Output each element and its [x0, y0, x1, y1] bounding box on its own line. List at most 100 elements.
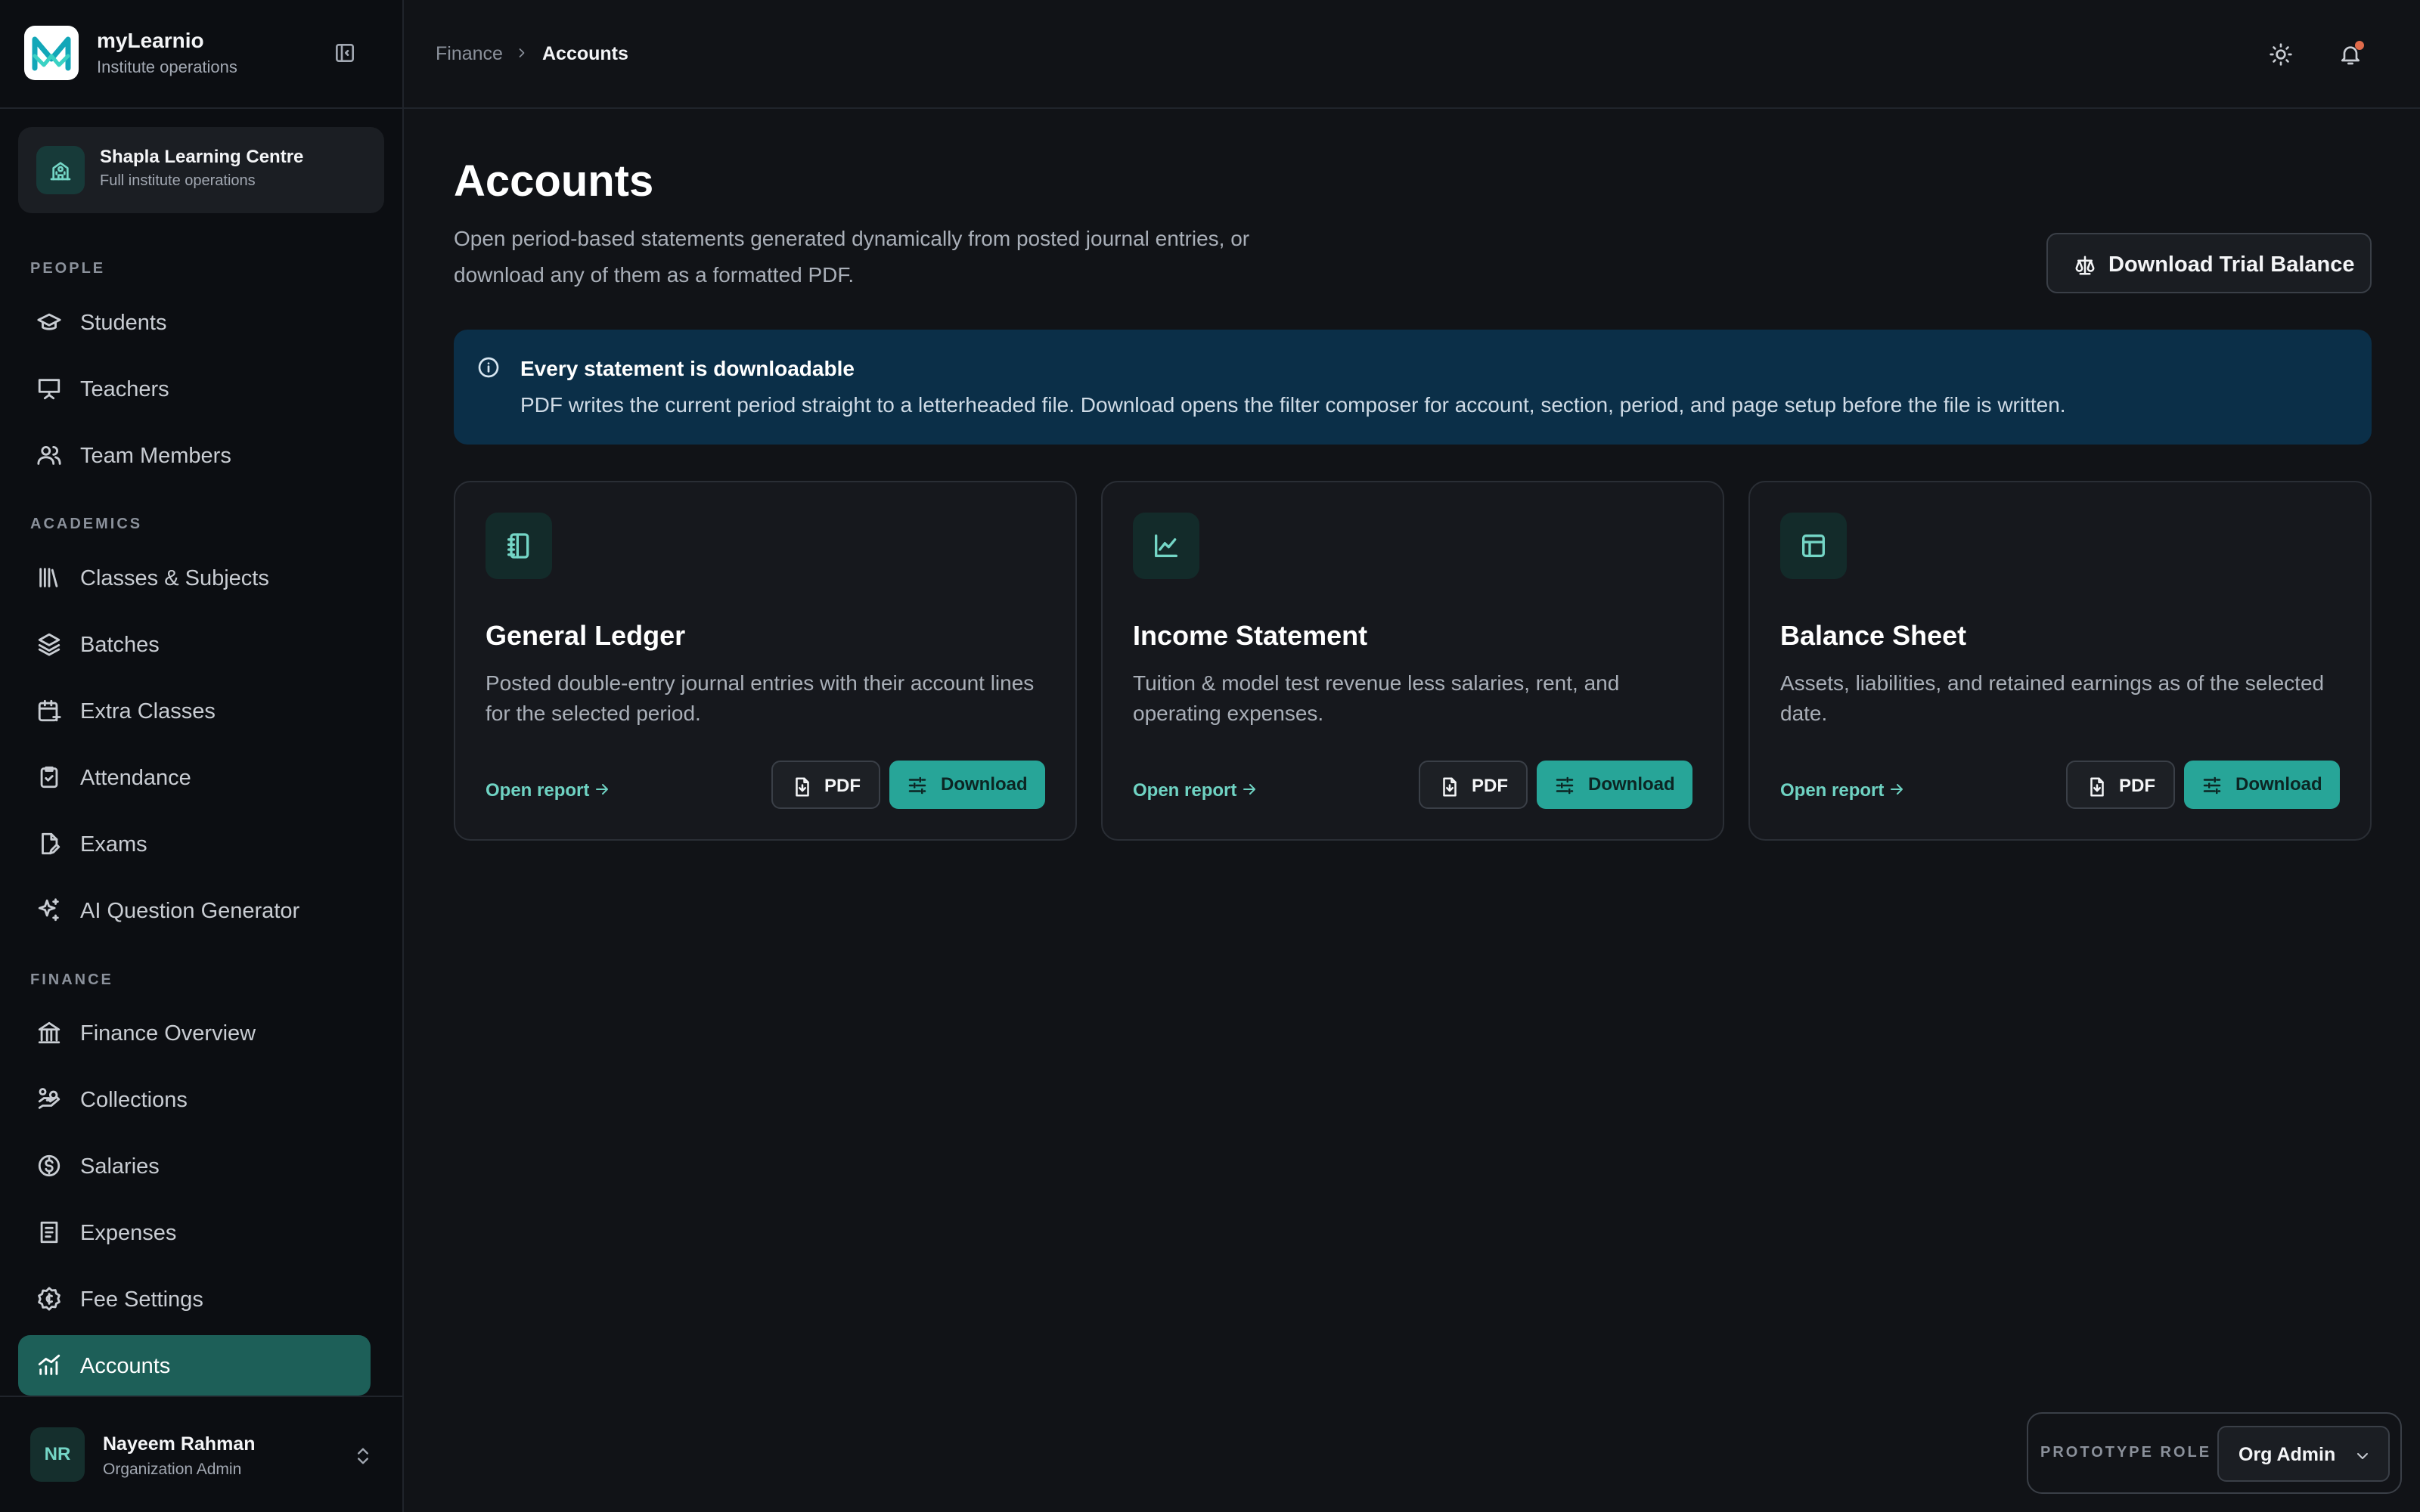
sidebar-item-label: Students [80, 311, 167, 335]
chevron-down-icon [2357, 1453, 2368, 1459]
org-name: Shapla Learning Centre [100, 147, 304, 167]
app-subtitle: Institute operations [97, 57, 237, 76]
button-label: Download [1588, 774, 1675, 795]
app-logo[interactable] [24, 26, 79, 80]
card-title: Income Statement [1133, 620, 1368, 651]
sidebar-item-label: Salaries [80, 1154, 160, 1179]
arrow-right-icon [1891, 784, 1903, 795]
prototype-role-panel: PROTOTYPE ROLE Org Admin [2027, 1412, 2402, 1494]
sidebar-item-exams[interactable]: Exams [18, 813, 371, 874]
breadcrumb-finance[interactable]: Finance [436, 43, 503, 65]
role-select-value: Org Admin [2238, 1444, 2336, 1465]
pdf-button[interactable]: PDF [771, 761, 880, 809]
sidebar-item-label: Extra Classes [80, 699, 216, 723]
arrow-right-icon [596, 784, 608, 795]
section-label-people: PEOPLE [30, 260, 106, 277]
sliders-icon [908, 776, 926, 795]
org-subtitle: Full institute operations [100, 172, 256, 189]
school-icon [36, 146, 85, 194]
sidebar-item-label: Teachers [80, 377, 169, 401]
user-menu[interactable]: NR Nayeem Rahman Organization Admin [0, 1396, 402, 1512]
page-description: Open period-based statements generated d… [454, 227, 1250, 287]
download-button[interactable]: Download [1537, 761, 1692, 809]
button-label: Download [2235, 774, 2322, 795]
pdf-button[interactable]: PDF [2066, 761, 2175, 809]
file-download-icon [1443, 777, 1457, 797]
notifications-button[interactable] [2334, 38, 2367, 71]
sliders-icon [1556, 776, 1574, 795]
scale-icon [2075, 256, 2095, 275]
library-icon [39, 568, 58, 587]
button-label: PDF [1472, 776, 1508, 796]
user-role: Organization Admin [103, 1461, 242, 1478]
graduation-cap-icon [37, 313, 61, 330]
sidebar-item-label: Fee Settings [80, 1287, 203, 1312]
report-card-general-ledger: General Ledger Posted double-entry journ… [454, 481, 1077, 841]
button-label: PDF [824, 776, 861, 796]
card-description: Posted double-entry journal entries with… [486, 671, 1035, 725]
user-name: Nayeem Rahman [103, 1433, 256, 1455]
sun-icon [2270, 43, 2292, 66]
landmark-icon [38, 1021, 60, 1044]
org-switcher[interactable]: Shapla Learning Centre Full institute op… [18, 127, 384, 213]
presentation-icon [38, 379, 60, 400]
sidebar-item-ai-question-generator[interactable]: AI Question Generator [18, 880, 371, 940]
app-name: myLearnio [97, 29, 204, 52]
badge-cent-icon [38, 1287, 60, 1311]
download-button[interactable]: Download [2184, 761, 2340, 809]
sidebar-item-label: Expenses [80, 1221, 177, 1245]
card-title: General Ledger [486, 620, 686, 651]
sidebar-item-attendance[interactable]: Attendance [18, 747, 371, 807]
card-description: Assets, liabilities, and retained earnin… [1780, 671, 2325, 725]
download-trial-balance-button[interactable]: Download Trial Balance [2046, 233, 2372, 293]
sidebar-item-label: Finance Overview [80, 1021, 256, 1046]
sidebar-item-batches[interactable]: Batches [18, 614, 371, 674]
sidebar-item-expenses[interactable]: Expenses [18, 1202, 371, 1263]
button-label: PDF [2119, 776, 2155, 796]
sidebar-item-teachers[interactable]: Teachers [18, 358, 371, 419]
collapse-sidebar-icon[interactable] [333, 41, 357, 68]
hand-coins-icon [38, 1088, 60, 1109]
sidebar-item-finance-overview[interactable]: Finance Overview [18, 1002, 371, 1063]
sidebar-item-accounts[interactable]: Accounts [18, 1335, 371, 1396]
sidebar-item-team-members[interactable]: Team Members [18, 425, 371, 485]
sidebar-item-extra-classes[interactable]: Extra Classes [18, 680, 371, 741]
link-label: Open report [1780, 780, 1885, 801]
sidebar-item-label: Batches [80, 633, 160, 657]
info-icon [478, 357, 499, 378]
sidebar-item-collections[interactable]: Collections [18, 1069, 371, 1129]
sliders-icon [2203, 776, 2221, 795]
file-download-icon [2090, 777, 2104, 797]
breadcrumb-current: Accounts [542, 43, 628, 64]
notebook-icon [486, 513, 552, 579]
sidebar-item-fee-settings[interactable]: Fee Settings [18, 1269, 371, 1329]
sidebar-item-label: Accounts [80, 1354, 171, 1378]
button-label: Download Trial Balance [2108, 253, 2355, 277]
layout-icon [1780, 513, 1847, 579]
line-chart-icon [1133, 513, 1199, 579]
info-banner: Every statement is downloadable PDF writ… [454, 330, 2372, 445]
section-label-academics: ACADEMICS [30, 516, 143, 532]
card-title: Balance Sheet [1780, 620, 1967, 651]
role-select[interactable]: Org Admin [2217, 1426, 2390, 1482]
sidebar: myLearnio Institute operations Shapla Le… [0, 0, 404, 1512]
sidebar-item-label: AI Question Generator [80, 899, 300, 923]
theme-toggle-button[interactable] [2264, 38, 2297, 71]
sidebar-item-students[interactable]: Students [18, 292, 371, 352]
sidebar-item-salaries[interactable]: Salaries [18, 1136, 371, 1196]
sidebar-item-label: Team Members [80, 444, 231, 468]
calendar-plus-icon [38, 699, 61, 722]
arrow-right-icon [1243, 784, 1255, 795]
section-label-finance: FINANCE [30, 971, 113, 988]
brand-header: myLearnio Institute operations [0, 0, 402, 109]
download-button[interactable]: Download [889, 761, 1045, 809]
banner-text: PDF writes the current period straight t… [520, 393, 2066, 417]
avatar: NR [30, 1427, 85, 1482]
sidebar-item-classes-subjects[interactable]: Classes & Subjects [18, 547, 371, 608]
chevron-right-icon [514, 45, 529, 60]
receipt-icon [40, 1221, 58, 1244]
pdf-button[interactable]: PDF [1419, 761, 1528, 809]
top-bar: Finance Accounts [404, 0, 2420, 109]
dollar-circle-icon [38, 1154, 60, 1177]
chevrons-up-down-icon[interactable] [352, 1444, 374, 1468]
